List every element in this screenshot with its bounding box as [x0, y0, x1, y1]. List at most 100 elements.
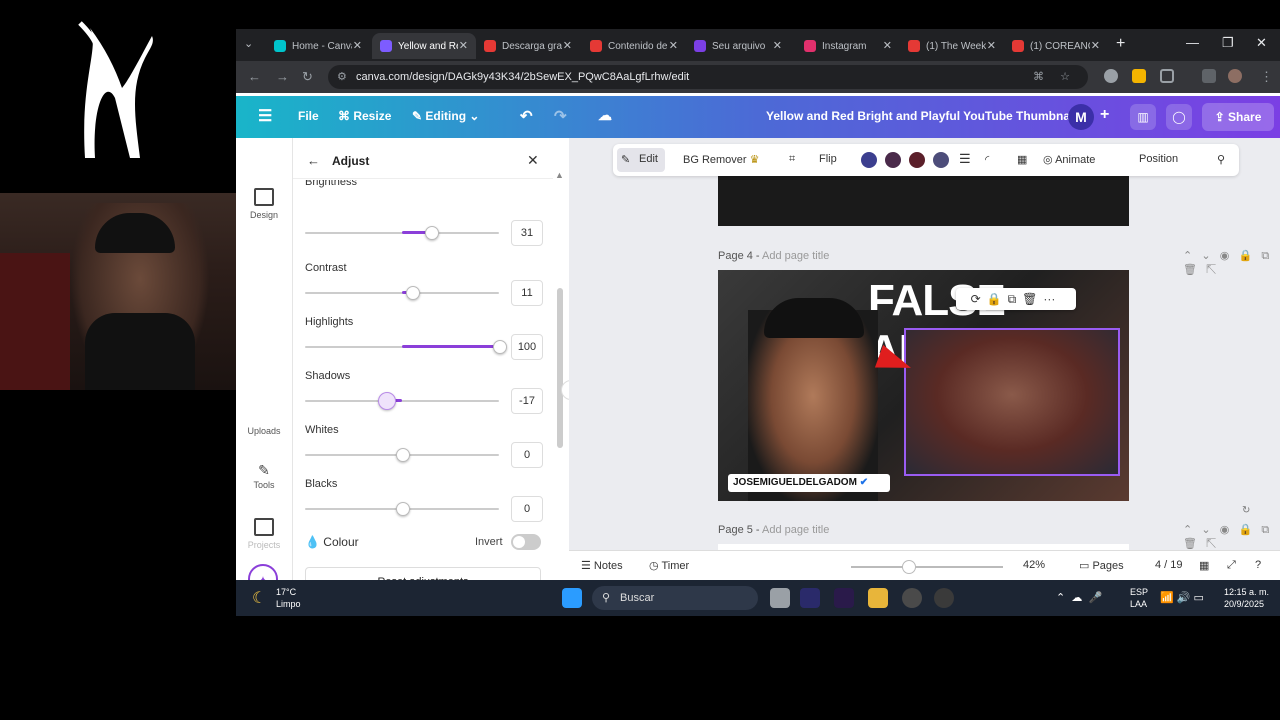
corner-rounding-icon[interactable]: ◜ — [985, 153, 989, 166]
resize-button[interactable]: ⌘ Resize — [338, 109, 391, 123]
zoom-value[interactable]: 42% — [1023, 559, 1045, 571]
back-icon[interactable]: ← — [248, 69, 261, 84]
tab-close-icon[interactable]: ✕ — [669, 39, 678, 52]
task-view-icon[interactable] — [770, 588, 790, 608]
tab-list-icon[interactable]: ⌄ — [244, 37, 253, 50]
magic-assistant-icon[interactable]: ✦ — [248, 564, 278, 580]
contrast-slider-knob[interactable] — [405, 286, 420, 300]
menu-icon[interactable]: ☰ — [258, 106, 272, 126]
media-icon[interactable] — [1202, 69, 1216, 83]
reset-adjustments-button[interactable]: Reset adjustments — [305, 567, 541, 580]
page-4-title-input[interactable]: Add page title — [762, 250, 829, 262]
pages-button[interactable]: ▭ Pages — [1079, 559, 1124, 572]
whites-slider-knob[interactable] — [396, 448, 410, 462]
minimize-icon[interactable]: — — [1186, 35, 1199, 50]
browser-tab[interactable]: Contenido del ✕ — [582, 33, 686, 59]
notes-button[interactable]: ☰ Notes — [581, 559, 623, 572]
reload-icon[interactable]: ↻ — [302, 69, 313, 85]
page-4-controls[interactable]: ⌃ ⌄ ◉ 🔒 ⧉ 🗑 ⇱ — [1183, 249, 1280, 277]
browser-tab[interactable]: Seu arquivo ✕ — [686, 33, 790, 59]
cloud-save-icon[interactable]: ☁ — [598, 107, 612, 124]
page-5-controls[interactable]: ⌃ ⌄ ◉ 🔒 ⧉ 🗑 ⇱ — [1183, 523, 1280, 551]
colour-section[interactable]: 💧 Colour — [305, 535, 359, 549]
bg-remover-button[interactable]: BG Remover ♛ — [683, 153, 760, 166]
blacks-slider-knob[interactable] — [396, 502, 410, 516]
timer-button[interactable]: ◷ Timer — [649, 559, 689, 572]
redo-icon[interactable]: ↷ — [554, 107, 567, 125]
clock-time[interactable]: 12:15 a. m. — [1224, 587, 1269, 597]
extension-icon[interactable] — [1104, 69, 1118, 83]
tab-close-icon[interactable]: ✕ — [459, 39, 468, 52]
flip-button[interactable]: Flip — [819, 153, 837, 165]
editing-mode-button[interactable]: ✎ Editing ⌄ — [412, 109, 479, 123]
blacks-value[interactable]: 0 — [511, 496, 543, 522]
extensions-icon[interactable] — [1160, 69, 1174, 83]
after-effects-icon[interactable] — [800, 588, 820, 608]
file-explorer-icon[interactable] — [868, 588, 888, 608]
comments-icon[interactable]: ◯ — [1166, 104, 1192, 130]
grid-view-icon[interactable]: ▦ — [1199, 559, 1209, 572]
shadows-slider-knob[interactable] — [378, 392, 397, 410]
browser-tab[interactable]: (1) The Weeknd✕ — [900, 33, 1004, 59]
design-title[interactable]: Yellow and Red Bright and Playful YouTub… — [766, 109, 1077, 123]
whites-value[interactable]: 0 — [511, 442, 543, 468]
profile-avatar-icon[interactable] — [1228, 69, 1242, 83]
obs-icon[interactable] — [934, 588, 954, 608]
close-panel-icon[interactable]: ✕ — [527, 152, 539, 169]
scroll-up-icon[interactable]: ▲ — [555, 170, 564, 180]
undo-icon[interactable]: ↶ — [520, 107, 533, 125]
page-5-title-input[interactable]: Add page title — [762, 524, 829, 536]
rail-tools[interactable]: ✎ Tools — [236, 462, 292, 490]
share-button[interactable]: ⇪ Share — [1202, 103, 1274, 131]
system-tray-icons[interactable]: ⌃ ☁ 🎤 — [1056, 591, 1102, 604]
browser-tab[interactable]: Yellow and Red✕ — [372, 33, 476, 59]
more-menu-icon[interactable]: ⋮ — [1260, 69, 1273, 85]
invert-toggle[interactable] — [511, 534, 541, 550]
shadows-value[interactable]: -17 — [511, 388, 543, 414]
rotate-handle-icon[interactable]: ↻ — [1242, 505, 1250, 516]
back-arrow-icon[interactable]: ← — [307, 153, 320, 168]
bookmark-icon[interactable]: ☆ — [1060, 65, 1070, 89]
extension-lock-icon[interactable] — [1132, 69, 1146, 83]
border-style-icon[interactable]: ☰ — [959, 151, 971, 167]
insights-icon[interactable]: ▥ — [1130, 104, 1156, 130]
user-avatar[interactable]: M — [1068, 104, 1094, 130]
zoom-slider-track[interactable] — [851, 566, 1003, 568]
page-4-thumbnail[interactable]: FALSE ALARM ⟳🔒⧉🗑⋯ JOSEMIGUELDELGADOM ✔ — [718, 270, 1129, 501]
maximize-icon[interactable]: ❐ — [1222, 35, 1234, 51]
start-button-icon[interactable] — [562, 588, 582, 608]
site-info-icon[interactable]: ⚙ — [337, 65, 347, 89]
rail-design[interactable]: Design — [236, 188, 292, 220]
tab-close-icon[interactable]: ✕ — [883, 39, 892, 52]
highlights-value[interactable]: 100 — [511, 334, 543, 360]
brightness-value[interactable]: 31 — [511, 220, 543, 246]
selected-image[interactable] — [904, 328, 1120, 476]
animate-button[interactable]: ◎ Animate — [1043, 153, 1095, 166]
colour-swatch-4[interactable] — [933, 152, 949, 168]
highlights-slider-knob[interactable] — [493, 340, 507, 354]
element-quick-actions[interactable]: ⟳🔒⧉🗑⋯ — [956, 288, 1076, 310]
chrome-icon[interactable] — [902, 588, 922, 608]
contrast-value[interactable]: 11 — [511, 280, 543, 306]
tab-close-icon[interactable]: ✕ — [1091, 39, 1100, 52]
zoom-slider-knob[interactable] — [902, 560, 916, 574]
browser-tab[interactable]: Instagram ✕ — [796, 33, 900, 59]
language-code[interactable]: ESP — [1130, 587, 1148, 597]
tab-close-icon[interactable]: ✕ — [563, 39, 572, 52]
brightness-slider-knob[interactable] — [425, 226, 440, 240]
colour-swatch-2[interactable] — [885, 152, 901, 168]
fullscreen-icon[interactable]: ⤢ — [1227, 559, 1236, 572]
transparency-icon[interactable]: ▦ — [1017, 153, 1027, 166]
colour-swatch-1[interactable] — [861, 152, 877, 168]
panel-scrollbar[interactable] — [557, 288, 563, 448]
network-volume-battery-icons[interactable]: 📶 🔊 ▭ — [1160, 591, 1204, 604]
close-window-icon[interactable]: ✕ — [1256, 35, 1267, 51]
position-button[interactable]: Position — [1139, 153, 1178, 165]
add-collaborator-icon[interactable]: + — [1100, 106, 1109, 124]
temperature[interactable]: 17°C — [276, 587, 296, 597]
rail-uploads[interactable]: Uploads — [236, 426, 292, 436]
taskbar-search-input[interactable]: ⚲ Buscar — [592, 586, 758, 610]
premiere-icon[interactable] — [834, 588, 854, 608]
url-input[interactable]: ⚙ canva.com/design/DAGk9y43K34/2bSewEX_P… — [328, 65, 1088, 89]
colour-swatch-3[interactable] — [909, 152, 925, 168]
